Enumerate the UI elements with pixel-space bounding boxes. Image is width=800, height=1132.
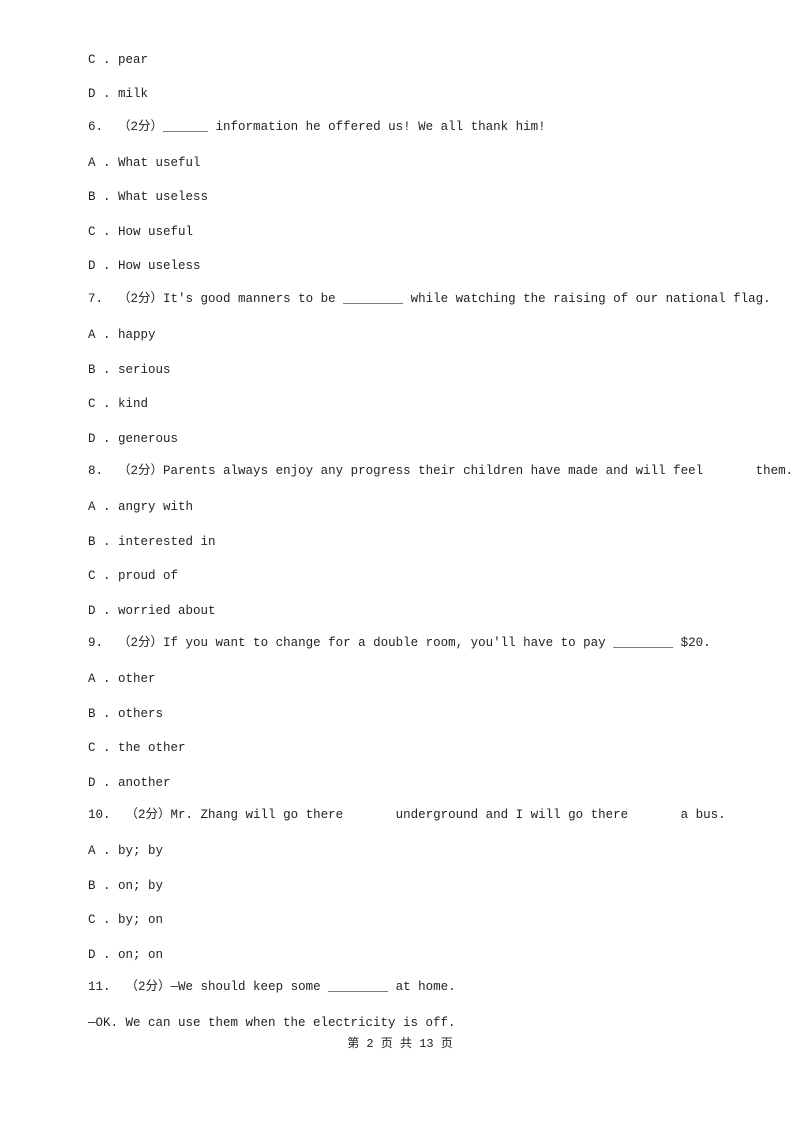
option: C . pear — [88, 53, 149, 67]
option-text: proud of — [118, 569, 179, 583]
option-letter: C — [88, 225, 96, 239]
option-letter: C — [88, 913, 96, 927]
option-text: milk — [118, 87, 149, 101]
question-stem: 10. （2分）Mr. Zhang will go there undergro… — [88, 807, 726, 823]
option-letter: D — [88, 87, 96, 101]
option: B . others — [88, 707, 164, 721]
option: C . the other — [88, 741, 186, 755]
question-text: Mr. Zhang will go there underground and … — [170, 808, 726, 822]
question-continuation: —OK. We can use them when the electricit… — [88, 1015, 456, 1031]
option: D . another — [88, 776, 171, 790]
option-text: happy — [118, 328, 156, 342]
question-text: If you want to change for a double room,… — [163, 636, 711, 650]
question-score: （2分） — [118, 292, 164, 306]
option: B . interested in — [88, 535, 216, 549]
option: B . on; by — [88, 879, 164, 893]
option-letter: A — [88, 500, 96, 514]
option-text: What useless — [118, 190, 209, 204]
option: A . angry with — [88, 500, 194, 514]
option-letter: C — [88, 53, 96, 67]
option-text: What useful — [118, 156, 201, 170]
option-text: by; on — [118, 913, 164, 927]
option-letter: D — [88, 259, 96, 273]
question-stem: 9. （2分）If you want to change for a doubl… — [88, 635, 711, 651]
option-text: by; by — [118, 844, 164, 858]
option-text: generous — [118, 432, 179, 446]
question-number: 6. — [88, 120, 104, 134]
option: C . by; on — [88, 913, 164, 927]
question-text: ______ information he offered us! We all… — [163, 120, 546, 134]
question-number: 9. — [88, 636, 104, 650]
option: D . on; on — [88, 948, 164, 962]
option-letter: A — [88, 672, 96, 686]
option: B . What useless — [88, 190, 209, 204]
option: C . kind — [88, 397, 149, 411]
option-text: on; by — [118, 879, 164, 893]
option: D . How useless — [88, 259, 201, 273]
option-letter: B — [88, 363, 96, 377]
page-footer: 第 2 页 共 13 页 — [347, 1037, 453, 1051]
question-text: —OK. We can use them when the electricit… — [88, 1016, 456, 1030]
option-letter: C — [88, 741, 96, 755]
option: B . serious — [88, 363, 171, 377]
option-text: interested in — [118, 535, 216, 549]
option-text: worried about — [118, 604, 216, 618]
option-letter: C — [88, 397, 96, 411]
question-text: —We should keep some ________ at home. — [170, 980, 456, 994]
option-letter: D — [88, 776, 96, 790]
question-score: （2分） — [118, 636, 164, 650]
option-text: kind — [118, 397, 149, 411]
question-number: 10. — [88, 808, 111, 822]
option-letter: D — [88, 432, 96, 446]
question-number: 8. — [88, 464, 104, 478]
question-stem: 11. （2分）—We should keep some ________ at… — [88, 979, 456, 995]
question-stem: 8. （2分）Parents always enjoy any progress… — [88, 463, 793, 479]
option: D . worried about — [88, 604, 216, 618]
option-text: How useless — [118, 259, 201, 273]
option: A . What useful — [88, 156, 201, 170]
option-letter: C — [88, 569, 96, 583]
option-text: angry with — [118, 500, 194, 514]
option: D . generous — [88, 432, 179, 446]
question-stem: 7. （2分）It's good manners to be ________ … — [88, 291, 771, 307]
question-score: （2分） — [125, 808, 171, 822]
question-score: （2分） — [125, 980, 171, 994]
question-text: Parents always enjoy any progress their … — [163, 464, 794, 478]
option: A . happy — [88, 328, 156, 342]
option-letter: D — [88, 604, 96, 618]
option: D . milk — [88, 87, 149, 101]
option: A . other — [88, 672, 156, 686]
question-number: 11. — [88, 980, 111, 994]
option-text: the other — [118, 741, 186, 755]
option: C . proud of — [88, 569, 179, 583]
option-letter: B — [88, 535, 96, 549]
option-letter: A — [88, 328, 96, 342]
option-letter: B — [88, 879, 96, 893]
question-stem: 6. （2分）______ information he offered us!… — [88, 119, 546, 135]
question-text: It's good manners to be ________ while w… — [163, 292, 771, 306]
option: C . How useful — [88, 225, 194, 239]
option-text: others — [118, 707, 164, 721]
option-letter: B — [88, 707, 96, 721]
option: A . by; by — [88, 844, 164, 858]
question-number: 7. — [88, 292, 104, 306]
question-score: （2分） — [118, 120, 164, 134]
option-letter: A — [88, 844, 96, 858]
option-text: on; on — [118, 948, 164, 962]
option-text: pear — [118, 53, 149, 67]
option-text: another — [118, 776, 171, 790]
question-score: （2分） — [118, 464, 164, 478]
option-text: How useful — [118, 225, 194, 239]
option-text: serious — [118, 363, 171, 377]
option-text: other — [118, 672, 156, 686]
option-letter: B — [88, 190, 96, 204]
option-letter: A — [88, 156, 96, 170]
option-letter: D — [88, 948, 96, 962]
